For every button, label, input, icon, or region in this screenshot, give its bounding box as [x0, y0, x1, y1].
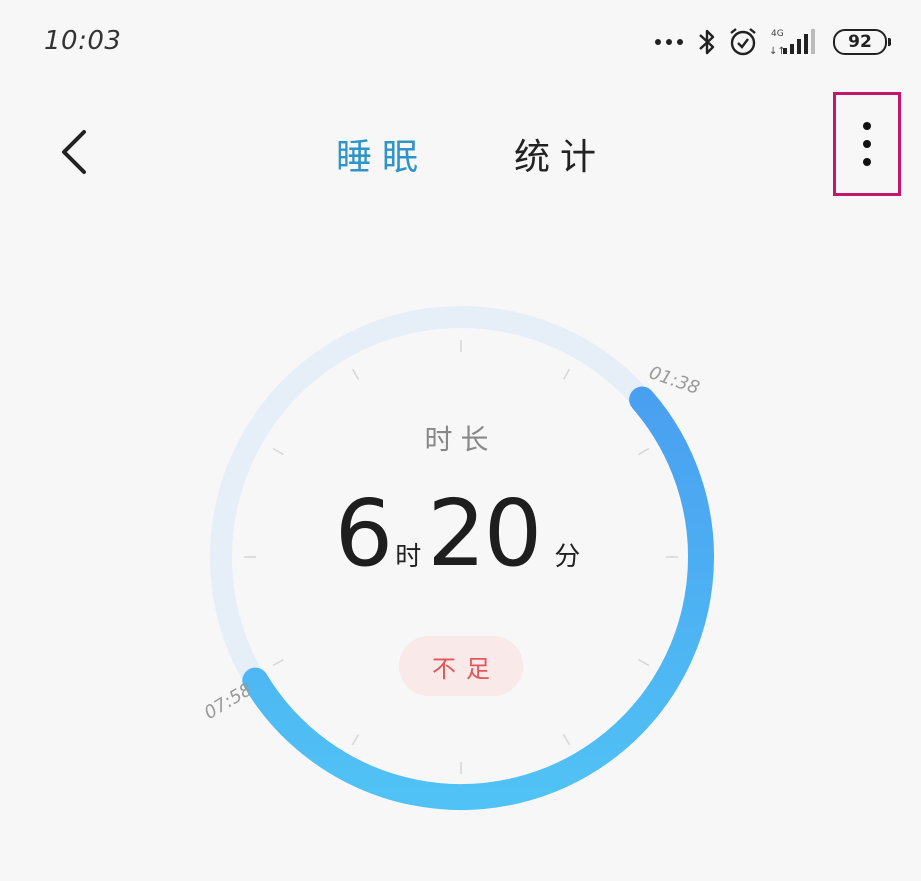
sleep-duration: 6 时 20 分: [0, 488, 921, 580]
dial-tick: [562, 734, 571, 746]
hours-unit: 时: [395, 542, 422, 572]
sleep-arc: [242, 386, 714, 810]
duration-label: 时长: [424, 423, 497, 456]
dial-tick: [351, 368, 360, 380]
sleep-start-time: 01:38: [646, 362, 702, 399]
minutes-unit: 分: [554, 542, 581, 572]
dial-tick: [272, 658, 284, 667]
dial-tick: [562, 368, 571, 380]
sleep-status-badge: 不足: [399, 636, 523, 696]
sleep-end-time: 07:58: [201, 679, 256, 724]
dial-tick: [351, 734, 360, 746]
dial-tick: [638, 658, 650, 667]
duration-minutes: 20: [427, 480, 542, 587]
duration-hours: 6: [334, 480, 394, 587]
